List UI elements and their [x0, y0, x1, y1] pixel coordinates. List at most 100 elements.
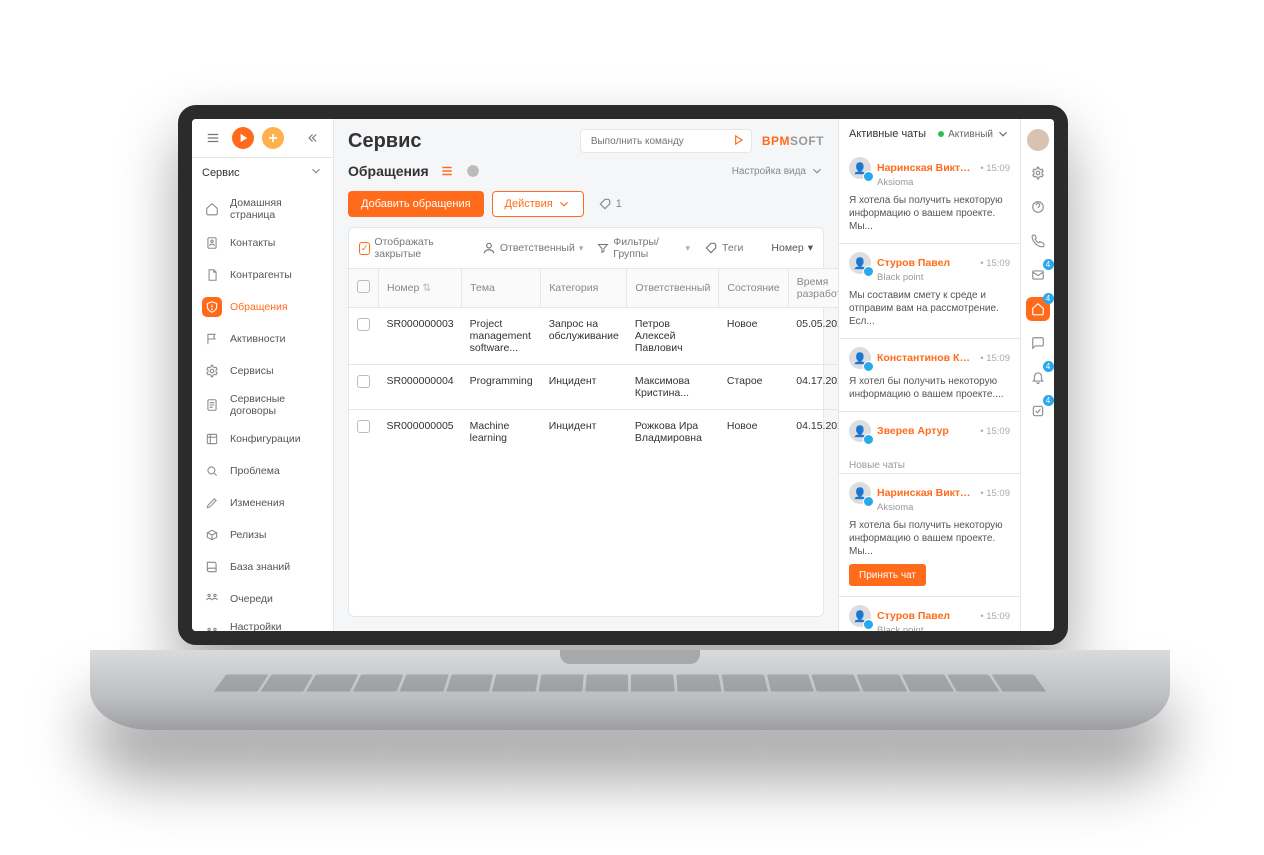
chat-name: Стуров Павел — [877, 257, 974, 269]
new-chats-label: Новые чаты — [839, 452, 1020, 473]
sidebar-item-0[interactable]: Домашняя страница — [192, 191, 333, 227]
run-icon[interactable] — [731, 133, 745, 150]
actions-dropdown[interactable]: Действия — [492, 191, 584, 217]
chat-item[interactable]: 👤 Наринская Виктория • 15:09 Aksioma Я х… — [839, 149, 1020, 243]
sidebar-item-label: Сервисы — [230, 365, 323, 377]
list-view-icon[interactable] — [439, 163, 455, 179]
chat-item[interactable]: 👤 Стуров Павел • 15:09 Black point Мы со… — [839, 596, 1020, 631]
sidebar-item-3[interactable]: Обращения — [192, 291, 333, 323]
sidebar-item-13[interactable]: Настройки очередей — [192, 615, 333, 631]
collapse-icon[interactable] — [301, 127, 323, 149]
sidebar-item-label: Изменения — [230, 497, 323, 509]
doc-icon — [202, 265, 222, 285]
page-title: Сервис — [348, 130, 422, 153]
play-icon[interactable] — [232, 127, 254, 149]
sidebar-item-2[interactable]: Контрагенты — [192, 259, 333, 291]
brand-logo: BPMSOFT — [762, 134, 824, 148]
column-header[interactable]: Состояние — [719, 269, 788, 308]
avatar: 👤 — [849, 252, 871, 274]
sidebar-item-6[interactable]: Сервисные договоры — [192, 387, 333, 423]
channel-badge-icon — [863, 171, 874, 182]
chat-icon[interactable] — [1026, 331, 1050, 355]
sidebar-item-9[interactable]: Изменения — [192, 487, 333, 519]
chat-org: Aksioma — [877, 502, 1010, 513]
sidebar-item-5[interactable]: Сервисы — [192, 355, 333, 387]
chat-item[interactable]: 👤 Стуров Павел • 15:09 Black point Мы со… — [839, 243, 1020, 338]
sidebar-item-7[interactable]: Конфигурации — [192, 423, 333, 455]
sidebar-item-12[interactable]: Очереди — [192, 583, 333, 615]
chat-message: Мы составим смету к среде и отправим вам… — [849, 289, 1010, 328]
sidebar-item-10[interactable]: Релизы — [192, 519, 333, 551]
sidebar-item-label: Настройки очередей — [230, 621, 323, 631]
table-row[interactable]: SR000000004 Programming Инцидент Максимо… — [349, 365, 910, 410]
check-icon[interactable]: 4 — [1026, 399, 1050, 423]
column-header[interactable]: Номер ⇅ — [379, 269, 462, 308]
chat-message: Я хотела бы получить некоторую информаци… — [849, 194, 1010, 233]
view-setup[interactable]: Настройка вида — [732, 164, 824, 178]
shield-icon — [202, 297, 222, 317]
row-checkbox[interactable] — [357, 318, 370, 331]
main-content: Сервис BPMSOFT Обращения — [334, 119, 838, 631]
tag-count[interactable]: 1 — [598, 197, 622, 211]
column-header[interactable]: Категория — [541, 269, 627, 308]
dashboard-view-icon[interactable] — [465, 163, 481, 179]
avatar: 👤 — [849, 157, 871, 179]
home-tab-icon[interactable]: 4 — [1026, 297, 1050, 321]
chat-item[interactable]: 👤 Наринская Виктория • 15:09 Aksioma Я х… — [839, 473, 1020, 596]
book-icon — [202, 557, 222, 577]
action-bar: Добавить обращения Действия 1 — [334, 187, 838, 227]
chat-name: Зверев Артур — [877, 425, 974, 437]
menu-icon[interactable] — [202, 127, 224, 149]
command-input[interactable] — [589, 135, 725, 148]
table-row[interactable]: SR000000005 Machine learning Инцидент Ро… — [349, 410, 910, 455]
mail-icon[interactable]: 4 — [1026, 263, 1050, 287]
chat-item[interactable]: 👤 Константинов Конст... • 15:09 Я хотел … — [839, 338, 1020, 411]
plus-icon[interactable] — [262, 127, 284, 149]
row-checkbox[interactable] — [357, 420, 370, 433]
filters-groups[interactable]: Фильтры/Группы ▾ — [597, 236, 690, 260]
sidebar-item-label: База знаний — [230, 561, 323, 573]
queue-cfg-icon — [202, 623, 222, 631]
app-root: Сервис Домашняя страница Контакты Контраге… — [192, 119, 1054, 631]
sidebar-item-1[interactable]: Контакты — [192, 227, 333, 259]
sidebar-item-label: Контакты — [230, 237, 323, 249]
command-box[interactable] — [580, 129, 752, 153]
sidebar-item-label: Активности — [230, 333, 323, 345]
column-header[interactable] — [349, 269, 379, 308]
accept-chat-button[interactable]: Принять чат — [849, 564, 926, 586]
channel-badge-icon — [863, 434, 874, 445]
column-header[interactable]: Ответственный — [627, 269, 719, 308]
responsible-filter[interactable]: Ответственный ▾ — [482, 241, 584, 255]
bell-icon[interactable]: 4 — [1026, 365, 1050, 389]
show-closed-toggle[interactable]: ✓ Отображать закрытые — [359, 236, 468, 260]
home-icon — [202, 199, 222, 219]
add-button[interactable]: Добавить обращения — [348, 191, 484, 217]
avatar: 👤 — [849, 605, 871, 627]
sidebar-item-8[interactable]: Проблема — [192, 455, 333, 487]
table-card: ✓ Отображать закрытые Ответственный ▾ Фи… — [348, 227, 824, 617]
topbar: Сервис BPMSOFT — [334, 119, 838, 159]
column-header[interactable]: Тема — [462, 269, 541, 308]
sidebar-section-label: Сервис — [202, 167, 240, 179]
sidebar-section-toggle[interactable]: Сервис — [192, 157, 333, 187]
search-icon — [202, 461, 222, 481]
status-indicator[interactable]: Активный — [938, 127, 1010, 141]
sidebar-item-4[interactable]: Активности — [192, 323, 333, 355]
sidebar-item-label: Релизы — [230, 529, 323, 541]
tags-filter[interactable]: Теги — [704, 241, 743, 255]
contract-icon — [202, 395, 222, 415]
phone-icon[interactable] — [1026, 229, 1050, 253]
chat-time: • 15:09 — [980, 258, 1010, 269]
sort-dropdown[interactable]: Номер ▾ — [771, 242, 813, 254]
section-title: Обращения — [348, 163, 429, 179]
chat-panel-title: Активные чаты — [849, 128, 926, 140]
chat-item[interactable]: 👤 Зверев Артур • 15:09 — [839, 411, 1020, 452]
row-checkbox[interactable] — [357, 375, 370, 388]
help-icon[interactable] — [1026, 195, 1050, 219]
settings-icon[interactable] — [1026, 161, 1050, 185]
sidebar-item-11[interactable]: База знаний — [192, 551, 333, 583]
config-icon — [202, 429, 222, 449]
table-row[interactable]: SR000000003 Project management software.… — [349, 308, 910, 365]
user-avatar[interactable] — [1027, 129, 1049, 151]
chat-time: • 15:09 — [980, 426, 1010, 437]
